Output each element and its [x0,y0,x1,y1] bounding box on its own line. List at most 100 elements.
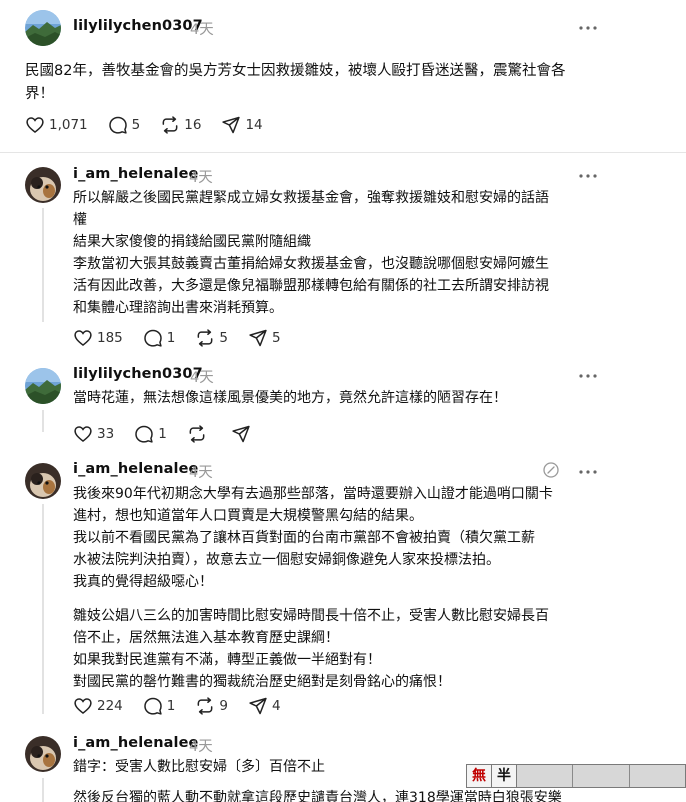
post-username[interactable]: i_am_helenalee [73,461,198,477]
post-text-line: 對國民黨的罄竹難書的獨裁統治歷史絕對是刻骨銘心的痛恨！ [73,674,451,690]
post-username[interactable]: lilylilychen0307 [73,366,203,382]
repost-count: 5 [219,330,228,346]
like-button[interactable]: 224 [73,696,123,716]
comment-button[interactable]: 1 [143,696,176,716]
post-time[interactable]: 4天 [190,18,214,39]
comment-count: 5 [131,117,141,133]
post-text-line: 權 [73,212,87,228]
post-text-line: 所以解嚴之後國民黨趕緊成立婦女救援基金會，強奪救援雛妓和慰安婦的話語 [73,190,549,206]
thread-line [42,504,44,714]
repost-icon [189,425,205,443]
comment-icon [135,425,153,443]
post-text-line: 我以前不看國民黨為了讓林百貨對面的台南市黨部不會被拍賣（積欠黨工薪 [73,530,535,546]
ime-mode-key[interactable]: 無 [467,765,492,787]
post-text-line: 雛妓公娼八三么的加害時間比慰安婦時間長十倍不止，受害人數比慰安婦長百 [73,608,549,624]
comment-icon [144,697,162,715]
heart-icon [74,426,92,443]
post-text-line: 進村，想也知道當年人口買賣是大規模警黑勾結的結果。 [73,508,423,524]
post-text-line: 界！ [25,86,54,102]
post-username[interactable]: lilylilychen0307 [73,18,203,34]
share-button[interactable]: 5 [248,328,281,348]
post-username[interactable]: i_am_helenalee [73,735,198,751]
post-text-line: 水被法院判決拍賣），故意去立一個慰安婦銅像避免人家來投標法拍。 [73,552,500,568]
post-username[interactable]: i_am_helenalee [73,166,198,182]
repost-icon [197,329,213,347]
more-icon[interactable] [577,23,599,33]
comment-icon [108,116,127,134]
post-text-line: 我真的覺得超級噁心！ [73,574,213,590]
heart-icon [74,698,92,715]
repost-button[interactable]: 5 [195,328,228,348]
more-icon[interactable] [577,467,599,477]
post-text-line: 結果大家傻傻的捐錢給國民黨附隨組織 [73,234,311,250]
cat-avatar-icon [25,167,61,203]
edited-icon[interactable] [542,461,560,479]
avatar[interactable] [25,463,61,499]
divider [0,152,686,153]
repost-button[interactable]: 9 [195,696,228,716]
share-button[interactable] [231,424,255,444]
avatar[interactable] [25,167,61,203]
comment-button[interactable]: 1 [143,328,176,348]
comment-button[interactable]: 5 [108,115,141,135]
share-button[interactable]: 14 [221,115,263,135]
like-count: 224 [97,698,123,714]
post-time[interactable]: 4天 [190,366,214,387]
ime-slot[interactable] [517,765,574,787]
post-text-line: 活有因此改善，大多還是像兒福聯盟那樣轉包給有關係的社工去所謂安排訪視 [73,278,549,294]
like-button[interactable]: 1,071 [25,115,88,135]
send-icon [232,425,250,443]
post-text: 民國82年，善牧基金會的吳方芳女士因救援雛妓，被壞人毆打昏迷送醫，震驚社會各 界… [25,60,605,106]
more-icon[interactable] [577,371,599,381]
share-button[interactable]: 4 [248,696,281,716]
repost-count: 16 [184,117,202,133]
ime-toolbar[interactable]: 無 半 [466,764,686,788]
threads-feed: lilylilychen0307 4天 民國82年，善牧基金會的吳方芳女士因救援… [0,0,686,802]
like-button[interactable]: 185 [73,328,123,348]
post-time[interactable]: 4天 [189,461,213,482]
comment-count: 1 [166,330,176,346]
post-text-line: 和集體心理諮詢出書來消耗預算。 [73,300,283,316]
like-button[interactable]: 33 [73,424,114,444]
post-text: 所以解嚴之後國民黨趕緊成立婦女救援基金會，強奪救援雛妓和慰安婦的話語 權 結果大… [73,187,598,319]
like-count: 1,071 [49,117,88,133]
mountain-landscape-avatar-icon [25,368,61,404]
ime-slot[interactable] [573,765,630,787]
repost-button[interactable]: 16 [160,115,201,135]
post-time[interactable]: 4天 [189,735,213,756]
more-icon[interactable] [577,171,599,181]
avatar[interactable] [25,736,61,772]
thread-line [42,778,44,802]
post-text-line: 如果我對民進黨有不滿，轉型正義做一半絕對有！ [73,652,381,668]
comment-button[interactable]: 1 [134,424,167,444]
send-icon [249,329,267,347]
avatar[interactable] [25,368,61,404]
like-count: 33 [97,426,115,442]
repost-button[interactable] [187,424,211,444]
like-count: 185 [97,330,123,346]
post-text-line: 當時花蓮，無法想像這樣風景優美的地方，竟然允許這樣的陋習存在！ [73,390,507,406]
thread-line [42,208,44,322]
repost-icon [197,697,213,715]
share-count: 14 [245,117,263,133]
post-text-line: 民國82年，善牧基金會的吳方芳女士因救援雛妓，被壞人毆打昏迷送醫，震驚社會各 [25,63,566,79]
post-text-line: 倍不止，居然無法進入基本教育歷史課綱！ [73,630,339,646]
ime-slot[interactable] [629,765,685,787]
post-actions: 185 1 5 5 [73,327,301,349]
thread-line [42,410,44,432]
heart-icon [74,330,92,347]
cat-avatar-icon [25,463,61,499]
repost-count: 9 [219,698,228,714]
post-text-line: 然後反台獨的藍人動不動就拿這段歷史譴責台灣人，連318學運當時白狼張安樂 [73,790,562,802]
share-count: 4 [271,698,281,714]
comment-count: 1 [166,698,176,714]
heart-icon [26,117,44,134]
post-actions: 224 1 9 4 [73,695,301,717]
post-time[interactable]: 4天 [189,166,213,187]
avatar[interactable] [25,10,61,46]
post-text-line: 我後來90年代初期念大學有去過那些部落，當時還要辦入山證才能過哨口關卡 [73,486,553,502]
post-actions: 1,071 5 16 14 [25,114,283,136]
ime-width-key[interactable]: 半 [492,765,517,787]
comment-count: 1 [158,426,167,442]
mountain-landscape-avatar-icon [25,10,61,46]
